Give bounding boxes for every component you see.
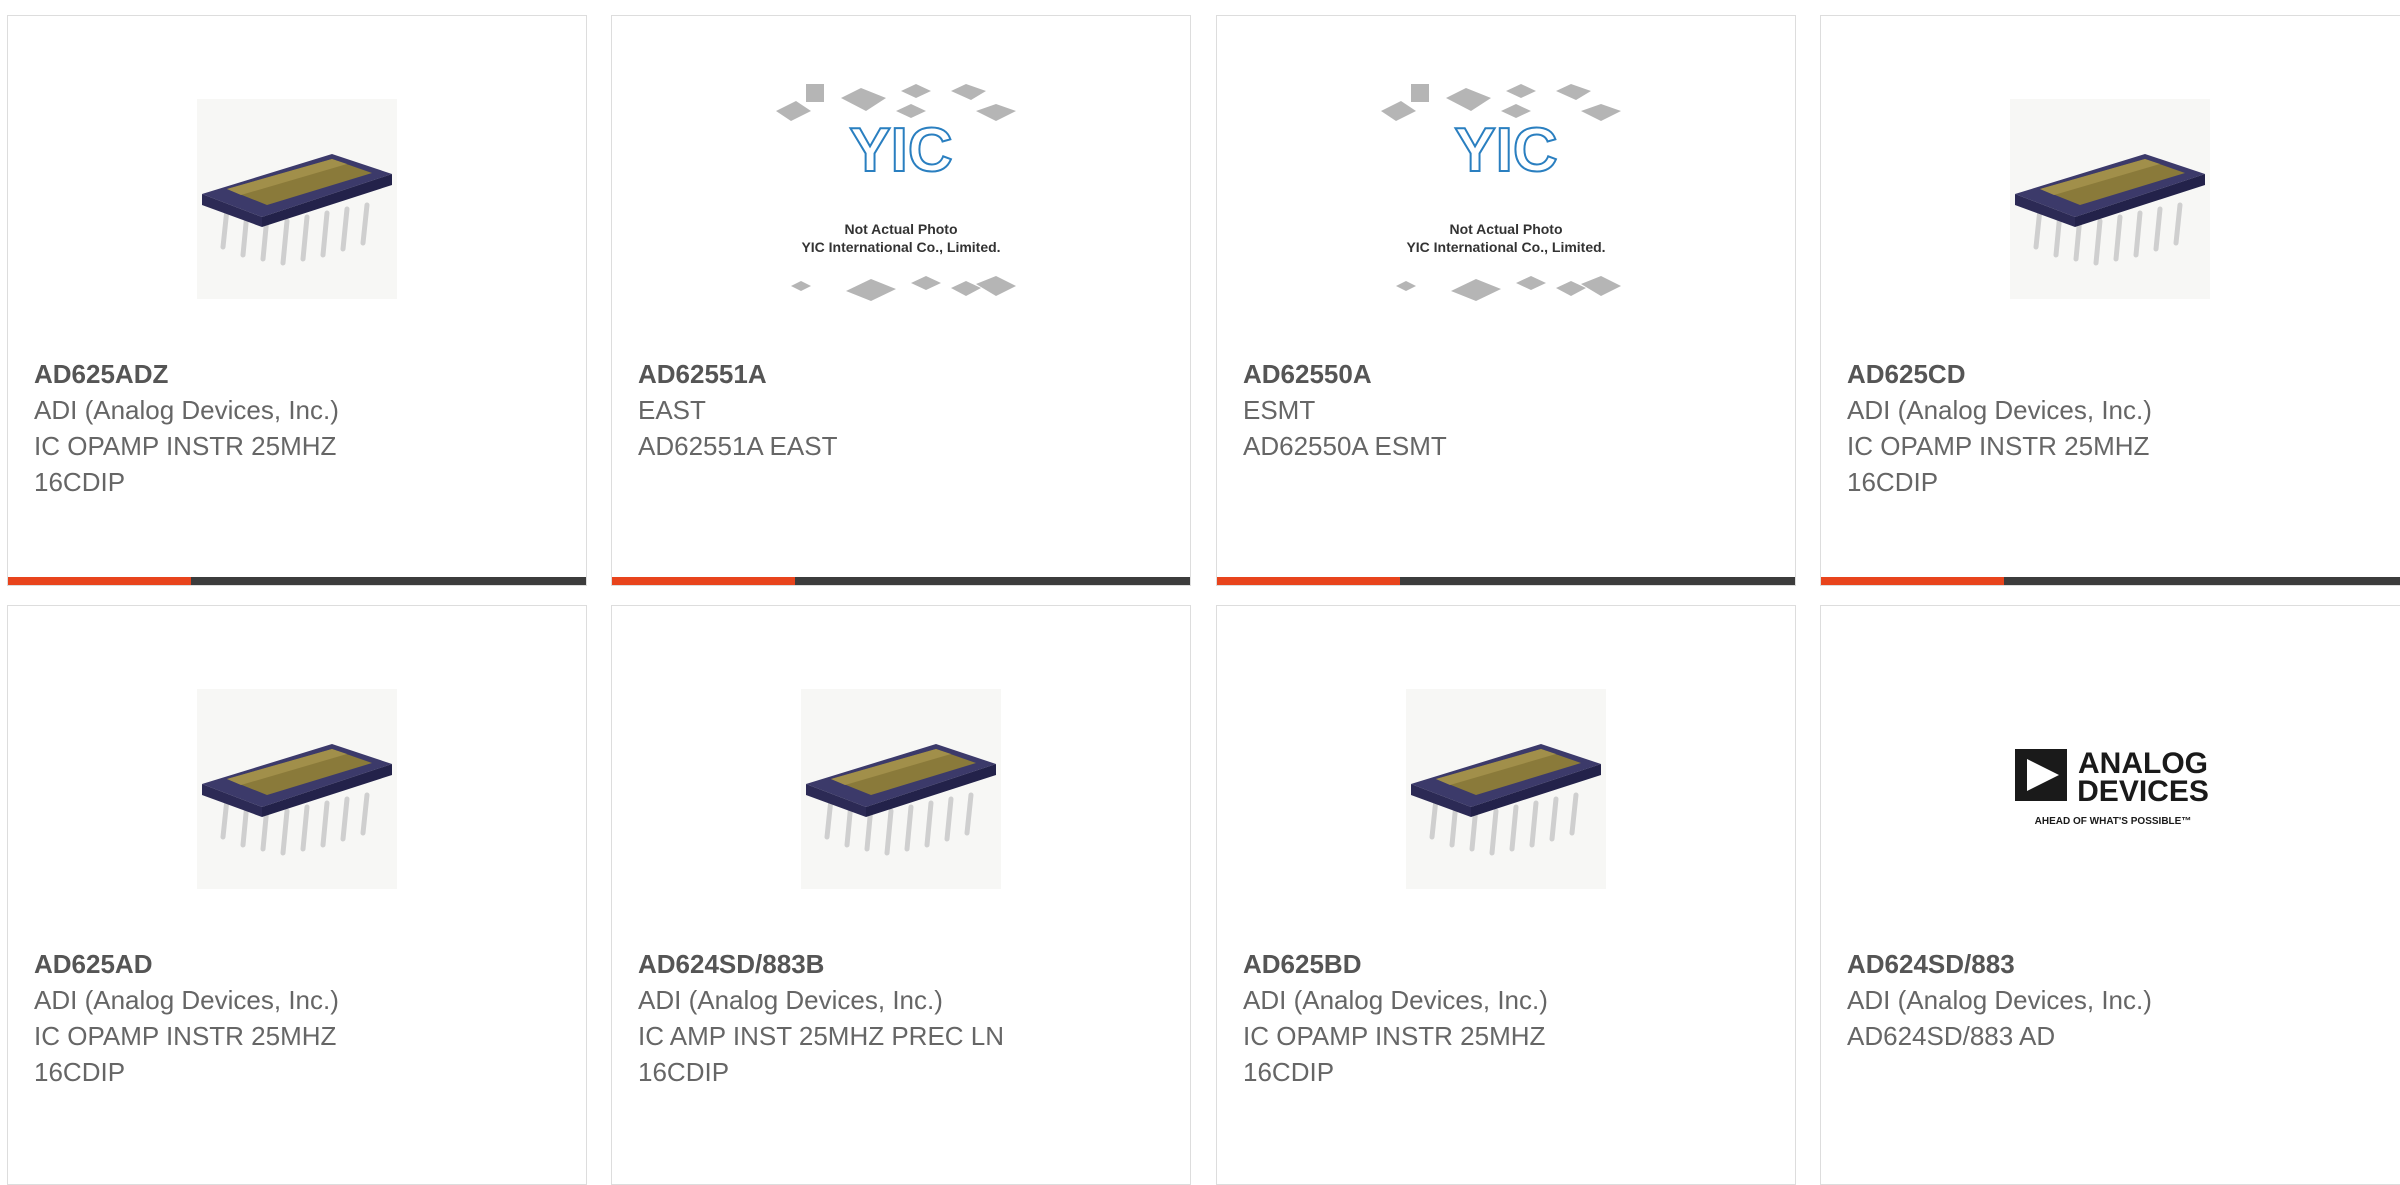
product-card[interactable]: AD624SD/883B ADI (Analog Devices, Inc.) … xyxy=(611,605,1191,1185)
accent-bar xyxy=(8,577,191,585)
part-number[interactable]: AD625BD xyxy=(1243,946,1775,982)
description: IC OPAMP INSTR 25MHZ xyxy=(1243,1021,1546,1051)
dip-chip-image xyxy=(2010,98,2210,299)
product-image[interactable] xyxy=(8,76,586,321)
analog-devices-logo: ANALOG DEVICES AHEAD OF WHAT'S POSSIBLE™ xyxy=(2015,747,2209,827)
part-number[interactable]: AD624SD/883B xyxy=(638,946,1170,982)
manufacturer: EAST xyxy=(638,395,706,425)
yic-placeholder-image: YIC Not Actual Photo YIC International C… xyxy=(1381,84,1621,301)
dip-chip-image xyxy=(197,98,397,299)
product-grid: AD625ADZ ADI (Analog Devices, Inc.) IC O… xyxy=(0,0,2400,1185)
part-number[interactable]: AD624SD/883 xyxy=(1847,946,2399,982)
description: IC OPAMP INSTR 25MHZ xyxy=(1847,431,2150,461)
manufacturer: ADI (Analog Devices, Inc.) xyxy=(34,395,339,425)
description: AD62551A EAST xyxy=(638,431,838,461)
part-number[interactable]: AD625CD xyxy=(1847,356,2399,392)
card-footer-bar xyxy=(612,577,1190,585)
package: 16CDIP xyxy=(1847,467,1939,497)
part-number[interactable]: AD625AD xyxy=(34,946,566,982)
card-footer-bar xyxy=(1217,577,1795,585)
product-card[interactable]: AD625BD ADI (Analog Devices, Inc.) IC OP… xyxy=(1216,605,1796,1185)
manufacturer: ESMT xyxy=(1243,395,1316,425)
svg-text:YIC International Co., Limited: YIC International Co., Limited. xyxy=(801,239,1000,255)
card-footer-bar xyxy=(8,577,586,585)
description: AD624SD/883 AD xyxy=(1847,1021,2056,1051)
manufacturer: ADI (Analog Devices, Inc.) xyxy=(1243,985,1548,1015)
product-card[interactable]: YIC Not Actual Photo YIC International C… xyxy=(611,15,1191,586)
svg-text:Not Actual Photo: Not Actual Photo xyxy=(1449,221,1562,237)
accent-bar xyxy=(1821,577,2004,585)
product-card[interactable]: AD625ADZ ADI (Analog Devices, Inc.) IC O… xyxy=(7,15,587,586)
package: 16CDIP xyxy=(34,1057,126,1087)
dip-chip-image xyxy=(1406,688,1606,889)
description: AD62550A ESMT xyxy=(1243,431,1447,461)
card-footer-bar xyxy=(1821,577,2400,585)
product-image[interactable]: YIC Not Actual Photo YIC International C… xyxy=(612,76,1190,321)
accent-bar xyxy=(1217,577,1400,585)
product-image[interactable] xyxy=(1821,76,2399,321)
accent-bar xyxy=(612,577,795,585)
description: IC OPAMP INSTR 25MHZ xyxy=(34,431,337,461)
yic-placeholder-image: YIC Not Actual Photo YIC International C… xyxy=(776,84,1016,301)
manufacturer: ADI (Analog Devices, Inc.) xyxy=(1847,985,2152,1015)
description: IC OPAMP INSTR 25MHZ xyxy=(34,1021,337,1051)
product-card[interactable]: AD625AD ADI (Analog Devices, Inc.) IC OP… xyxy=(7,605,587,1185)
manufacturer: ADI (Analog Devices, Inc.) xyxy=(638,985,943,1015)
product-image[interactable] xyxy=(612,666,1190,911)
product-image[interactable]: ANALOG DEVICES AHEAD OF WHAT'S POSSIBLE™ xyxy=(1821,666,2399,911)
part-number[interactable]: AD625ADZ xyxy=(34,356,566,392)
package: 16CDIP xyxy=(638,1057,730,1087)
package: 16CDIP xyxy=(1243,1057,1335,1087)
svg-text:YIC International Co., Limited: YIC International Co., Limited. xyxy=(1406,239,1605,255)
manufacturer: ADI (Analog Devices, Inc.) xyxy=(1847,395,2152,425)
svg-text:AHEAD OF WHAT'S POSSIBLE™: AHEAD OF WHAT'S POSSIBLE™ xyxy=(2035,816,2192,827)
product-card[interactable]: AD625CD ADI (Analog Devices, Inc.) IC OP… xyxy=(1820,15,2400,586)
package: 16CDIP xyxy=(34,467,126,497)
svg-text:Not Actual Photo: Not Actual Photo xyxy=(844,221,957,237)
product-card[interactable]: ANALOG DEVICES AHEAD OF WHAT'S POSSIBLE™… xyxy=(1820,605,2400,1185)
product-image[interactable]: YIC Not Actual Photo YIC International C… xyxy=(1217,76,1795,321)
svg-text:DEVICES: DEVICES xyxy=(2077,775,2209,808)
part-number[interactable]: AD62551A xyxy=(638,356,1170,392)
description: IC AMP INST 25MHZ PREC LN xyxy=(638,1021,1005,1051)
manufacturer: ADI (Analog Devices, Inc.) xyxy=(34,985,339,1015)
product-image[interactable] xyxy=(1217,666,1795,911)
part-number[interactable]: AD62550A xyxy=(1243,356,1775,392)
dip-chip-image xyxy=(197,688,397,889)
product-card[interactable]: YIC Not Actual Photo YIC International C… xyxy=(1216,15,1796,586)
yic-brand: YIC xyxy=(1454,116,1557,185)
yic-brand: YIC xyxy=(849,116,952,185)
product-image[interactable] xyxy=(8,666,586,911)
dip-chip-image xyxy=(801,688,1001,889)
